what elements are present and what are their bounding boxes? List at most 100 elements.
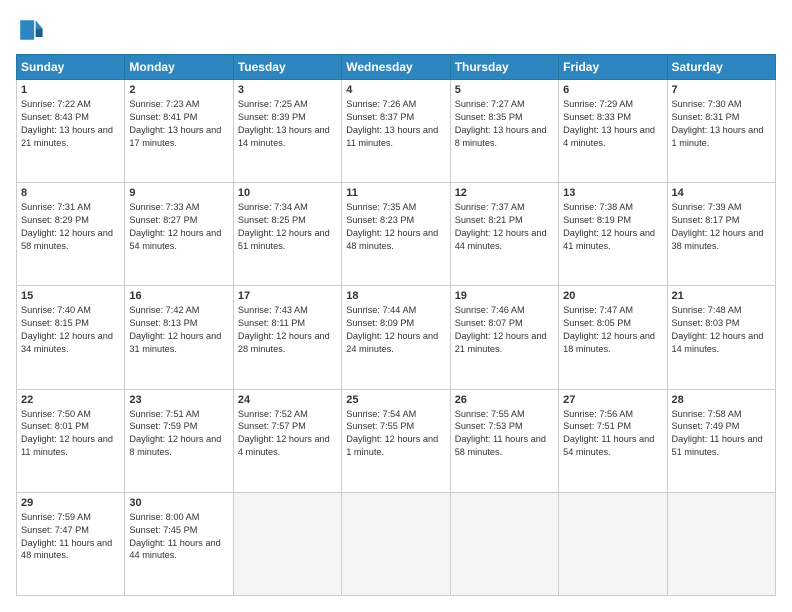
- day-info: Sunrise: 7:34 AMSunset: 8:25 PMDaylight:…: [238, 201, 337, 253]
- day-cell-30: 30 Sunrise: 8:00 AMSunset: 7:45 PMDayligh…: [125, 492, 233, 595]
- col-header-friday: Friday: [559, 55, 667, 80]
- day-cell-6: 6 Sunrise: 7:29 AMSunset: 8:33 PMDaylight…: [559, 80, 667, 183]
- day-info: Sunrise: 7:22 AMSunset: 8:43 PMDaylight:…: [21, 98, 120, 150]
- day-number: 23: [129, 394, 228, 406]
- day-number: 25: [346, 394, 445, 406]
- col-header-monday: Monday: [125, 55, 233, 80]
- day-info: Sunrise: 7:33 AMSunset: 8:27 PMDaylight:…: [129, 201, 228, 253]
- col-header-wednesday: Wednesday: [342, 55, 450, 80]
- day-number: 19: [455, 290, 554, 302]
- day-number: 30: [129, 497, 228, 509]
- day-cell-29: 29Sunrise: 7:59 AMSunset: 7:47 PMDayligh…: [17, 492, 125, 595]
- day-number: 2: [129, 84, 228, 96]
- empty-cell: [559, 492, 667, 595]
- day-info: Sunrise: 7:43 AMSunset: 8:11 PMDaylight:…: [238, 304, 337, 356]
- day-number: 9: [129, 187, 228, 199]
- empty-cell: [342, 492, 450, 595]
- empty-cell: [667, 492, 775, 595]
- day-number: 13: [563, 187, 662, 199]
- day-info: Sunrise: 7:48 AMSunset: 8:03 PMDaylight:…: [672, 304, 771, 356]
- day-number: 11: [346, 187, 445, 199]
- day-info: Sunrise: 7:37 AMSunset: 8:21 PMDaylight:…: [455, 201, 554, 253]
- day-number: 7: [672, 84, 771, 96]
- day-info: Sunrise: 7:44 AMSunset: 8:09 PMDaylight:…: [346, 304, 445, 356]
- day-cell-20: 20 Sunrise: 7:47 AMSunset: 8:05 PMDayligh…: [559, 286, 667, 389]
- day-cell-10: 10 Sunrise: 7:34 AMSunset: 8:25 PMDayligh…: [233, 183, 341, 286]
- day-info: Sunrise: 7:54 AMSunset: 7:55 PMDaylight:…: [346, 408, 445, 460]
- day-cell-2: 2 Sunrise: 7:23 AMSunset: 8:41 PMDaylight…: [125, 80, 233, 183]
- day-cell-7: 7Sunrise: 7:30 AMSunset: 8:31 PMDaylight…: [667, 80, 775, 183]
- day-number: 1: [21, 84, 120, 96]
- day-number: 14: [672, 187, 771, 199]
- day-info: Sunrise: 7:26 AMSunset: 8:37 PMDaylight:…: [346, 98, 445, 150]
- calendar-table: SundayMondayTuesdayWednesdayThursdayFrid…: [16, 54, 776, 596]
- day-cell-26: 26 Sunrise: 7:55 AMSunset: 7:53 PMDayligh…: [450, 389, 558, 492]
- day-cell-11: 11Sunrise: 7:35 AMSunset: 8:23 PMDayligh…: [342, 183, 450, 286]
- day-cell-19: 19 Sunrise: 7:46 AMSunset: 8:07 PMDayligh…: [450, 286, 558, 389]
- day-info: Sunrise: 8:00 AMSunset: 7:45 PMDaylight:…: [129, 511, 228, 563]
- day-cell-22: 22 Sunrise: 7:50 AMSunset: 8:01 PMDayligh…: [17, 389, 125, 492]
- day-number: 15: [21, 290, 120, 302]
- day-cell-13: 13 Sunrise: 7:38 AMSunset: 8:19 PMDayligh…: [559, 183, 667, 286]
- day-info: Sunrise: 7:38 AMSunset: 8:19 PMDaylight:…: [563, 201, 662, 253]
- day-number: 28: [672, 394, 771, 406]
- day-number: 5: [455, 84, 554, 96]
- day-cell-14: 14 Sunrise: 7:39 AMSunset: 8:17 PMDayligh…: [667, 183, 775, 286]
- day-number: 21: [672, 290, 771, 302]
- day-info: Sunrise: 7:27 AMSunset: 8:35 PMDaylight:…: [455, 98, 554, 150]
- day-info: Sunrise: 7:42 AMSunset: 8:13 PMDaylight:…: [129, 304, 228, 356]
- day-cell-1: 1 Sunrise: 7:22 AMSunset: 8:43 PMDaylight…: [17, 80, 125, 183]
- header: [16, 16, 776, 44]
- day-info: Sunrise: 7:58 AMSunset: 7:49 PMDaylight:…: [672, 408, 771, 460]
- day-number: 29: [21, 497, 120, 509]
- day-cell-9: 9 Sunrise: 7:33 AMSunset: 8:27 PMDaylight…: [125, 183, 233, 286]
- day-number: 20: [563, 290, 662, 302]
- day-cell-16: 16 Sunrise: 7:42 AMSunset: 8:13 PMDayligh…: [125, 286, 233, 389]
- day-cell-8: 8Sunrise: 7:31 AMSunset: 8:29 PMDaylight…: [17, 183, 125, 286]
- day-info: Sunrise: 7:40 AMSunset: 8:15 PMDaylight:…: [21, 304, 120, 356]
- col-header-sunday: Sunday: [17, 55, 125, 80]
- day-cell-27: 27 Sunrise: 7:56 AMSunset: 7:51 PMDayligh…: [559, 389, 667, 492]
- empty-cell: [450, 492, 558, 595]
- day-number: 26: [455, 394, 554, 406]
- day-cell-5: 5 Sunrise: 7:27 AMSunset: 8:35 PMDaylight…: [450, 80, 558, 183]
- day-number: 24: [238, 394, 337, 406]
- day-number: 27: [563, 394, 662, 406]
- day-number: 17: [238, 290, 337, 302]
- day-info: Sunrise: 7:46 AMSunset: 8:07 PMDaylight:…: [455, 304, 554, 356]
- day-number: 18: [346, 290, 445, 302]
- day-info: Sunrise: 7:25 AMSunset: 8:39 PMDaylight:…: [238, 98, 337, 150]
- day-cell-18: 18 Sunrise: 7:44 AMSunset: 8:09 PMDayligh…: [342, 286, 450, 389]
- day-cell-23: 23 Sunrise: 7:51 AMSunset: 7:59 PMDayligh…: [125, 389, 233, 492]
- logo: [16, 16, 48, 44]
- logo-icon: [16, 16, 44, 44]
- empty-cell: [233, 492, 341, 595]
- day-info: Sunrise: 7:29 AMSunset: 8:33 PMDaylight:…: [563, 98, 662, 150]
- day-info: Sunrise: 7:51 AMSunset: 7:59 PMDaylight:…: [129, 408, 228, 460]
- day-info: Sunrise: 7:50 AMSunset: 8:01 PMDaylight:…: [21, 408, 120, 460]
- day-cell-12: 12 Sunrise: 7:37 AMSunset: 8:21 PMDayligh…: [450, 183, 558, 286]
- day-info: Sunrise: 7:39 AMSunset: 8:17 PMDaylight:…: [672, 201, 771, 253]
- col-header-saturday: Saturday: [667, 55, 775, 80]
- col-header-thursday: Thursday: [450, 55, 558, 80]
- day-info: Sunrise: 7:52 AMSunset: 7:57 PMDaylight:…: [238, 408, 337, 460]
- day-cell-28: 28 Sunrise: 7:58 AMSunset: 7:49 PMDayligh…: [667, 389, 775, 492]
- day-number: 4: [346, 84, 445, 96]
- day-number: 22: [21, 394, 120, 406]
- day-number: 3: [238, 84, 337, 96]
- day-cell-15: 15 Sunrise: 7:40 AMSunset: 8:15 PMDayligh…: [17, 286, 125, 389]
- day-info: Sunrise: 7:23 AMSunset: 8:41 PMDaylight:…: [129, 98, 228, 150]
- col-header-tuesday: Tuesday: [233, 55, 341, 80]
- page: SundayMondayTuesdayWednesdayThursdayFrid…: [0, 0, 792, 612]
- day-cell-3: 3 Sunrise: 7:25 AMSunset: 8:39 PMDaylight…: [233, 80, 341, 183]
- day-info: Sunrise: 7:56 AMSunset: 7:51 PMDaylight:…: [563, 408, 662, 460]
- day-number: 10: [238, 187, 337, 199]
- day-cell-17: 17 Sunrise: 7:43 AMSunset: 8:11 PMDayligh…: [233, 286, 341, 389]
- day-number: 16: [129, 290, 228, 302]
- day-info: Sunrise: 7:47 AMSunset: 8:05 PMDaylight:…: [563, 304, 662, 356]
- day-info: Sunrise: 7:55 AMSunset: 7:53 PMDaylight:…: [455, 408, 554, 460]
- day-number: 6: [563, 84, 662, 96]
- day-cell-21: 21 Sunrise: 7:48 AMSunset: 8:03 PMDayligh…: [667, 286, 775, 389]
- day-number: 12: [455, 187, 554, 199]
- day-cell-4: 4 Sunrise: 7:26 AMSunset: 8:37 PMDaylight…: [342, 80, 450, 183]
